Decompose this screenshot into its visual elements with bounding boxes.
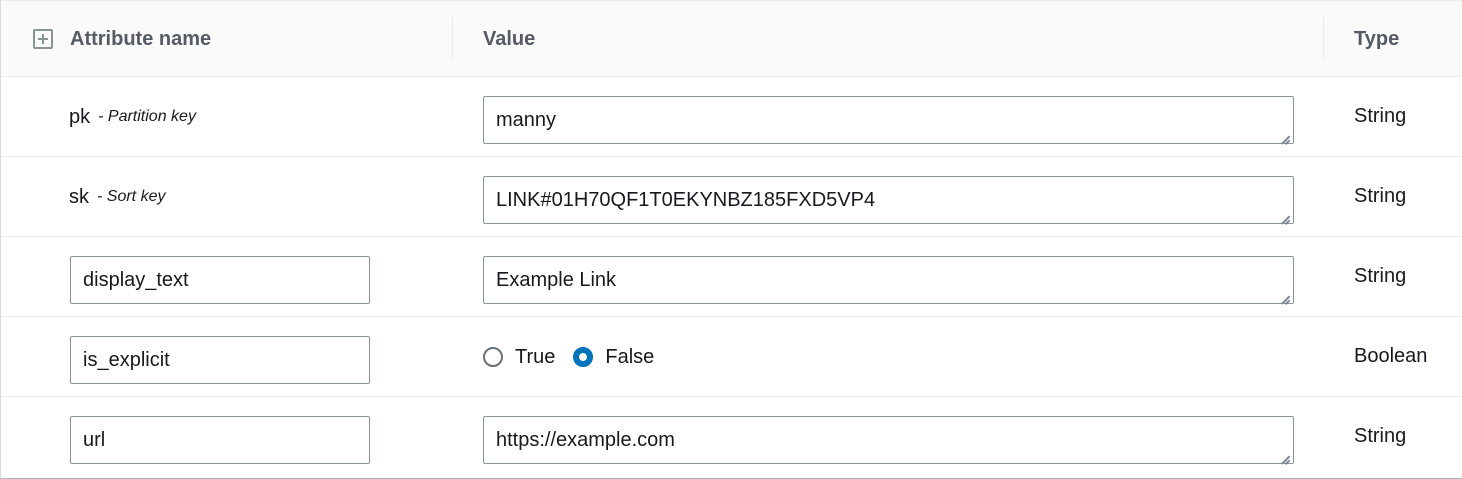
radio-true[interactable] bbox=[483, 347, 503, 367]
type-cell: String bbox=[1354, 104, 1407, 127]
table-row: pk - Partition key manny String bbox=[1, 77, 1462, 157]
header-divider[interactable] bbox=[1323, 17, 1324, 61]
resize-handle-icon[interactable] bbox=[1279, 289, 1291, 301]
value-text: Example Link bbox=[496, 268, 617, 291]
radio-false-label: False bbox=[605, 345, 655, 368]
attributes-table: Attribute name Value Type pk - Partition… bbox=[0, 0, 1462, 479]
table-row: is_explicit True False Boolean bbox=[1, 317, 1462, 397]
table-header: Attribute name Value Type bbox=[1, 1, 1462, 77]
attribute-name-input[interactable]: is_explicit bbox=[70, 336, 370, 384]
header-attribute-name: Attribute name bbox=[70, 27, 212, 50]
attribute-name-text: is_explicit bbox=[83, 348, 170, 371]
attribute-name-input[interactable]: display_text bbox=[70, 256, 370, 304]
attribute-label: pk - Partition key bbox=[69, 77, 196, 157]
table-row: display_text Example Link String bbox=[1, 237, 1462, 317]
type-cell: Boolean bbox=[1354, 344, 1428, 367]
value-text: LINK#01H70QF1T0EKYNBZ185FXD5VP4 bbox=[496, 188, 876, 211]
value-text: manny bbox=[496, 108, 557, 131]
key-hint: - Sort key bbox=[97, 188, 166, 205]
resize-handle-icon[interactable] bbox=[1279, 129, 1291, 141]
attribute-name-text: url bbox=[83, 428, 106, 451]
value-textarea[interactable]: LINK#01H70QF1T0EKYNBZ185FXD5VP4 bbox=[483, 176, 1294, 224]
type-cell: String bbox=[1354, 424, 1407, 447]
type-cell: String bbox=[1354, 184, 1407, 207]
resize-handle-icon[interactable] bbox=[1279, 449, 1291, 461]
key-hint: - Partition key bbox=[98, 108, 196, 125]
value-textarea[interactable]: manny bbox=[483, 96, 1294, 144]
header-divider[interactable] bbox=[452, 17, 453, 61]
radio-true-label: True bbox=[515, 345, 556, 368]
table-row: sk - Sort key LINK#01H70QF1T0EKYNBZ185FX… bbox=[1, 157, 1462, 237]
attribute-name-input[interactable]: url bbox=[70, 416, 370, 464]
value-textarea[interactable]: Example Link bbox=[483, 256, 1294, 304]
attribute-key: sk bbox=[69, 185, 89, 208]
type-cell: String bbox=[1354, 264, 1407, 287]
resize-handle-icon[interactable] bbox=[1279, 209, 1291, 221]
header-type: Type bbox=[1354, 27, 1400, 50]
header-value: Value bbox=[483, 27, 536, 50]
attribute-name-text: display_text bbox=[83, 268, 189, 291]
radio-option-false[interactable]: False bbox=[573, 346, 654, 369]
plus-square-icon[interactable] bbox=[33, 29, 53, 49]
value-textarea[interactable]: https://example.com bbox=[483, 416, 1294, 464]
radio-false[interactable] bbox=[573, 347, 594, 367]
attribute-label: sk - Sort key bbox=[69, 157, 165, 237]
boolean-radio-group: True False bbox=[483, 317, 672, 397]
value-text: https://example.com bbox=[496, 428, 675, 451]
table-row: url https://example.com String bbox=[1, 397, 1462, 477]
attribute-key: pk bbox=[69, 105, 91, 128]
radio-option-true[interactable]: True bbox=[483, 346, 555, 369]
